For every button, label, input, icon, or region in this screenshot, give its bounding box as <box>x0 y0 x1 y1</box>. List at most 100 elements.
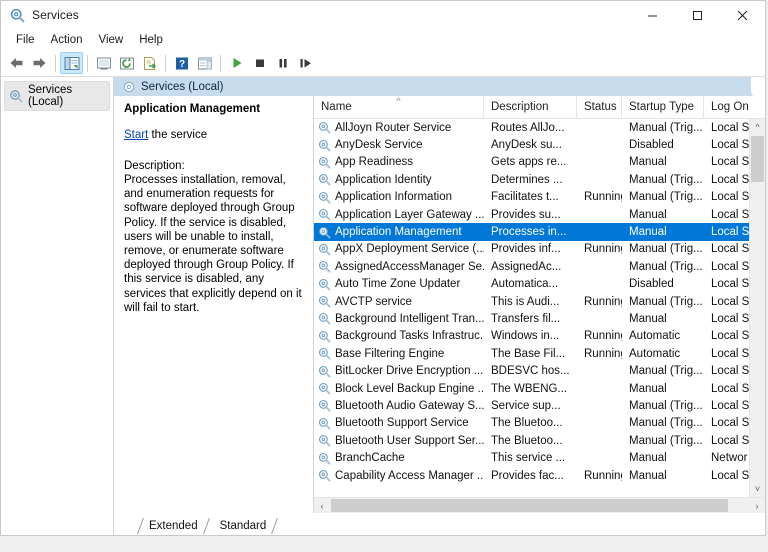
back-arrow-icon[interactable] <box>5 52 28 74</box>
stop-service-icon[interactable] <box>248 52 271 74</box>
horizontal-scrollbar-thumb[interactable] <box>331 499 728 512</box>
cell-log-on: Local Sy <box>704 261 752 273</box>
service-icon <box>318 139 331 152</box>
table-row[interactable]: Background Intelligent Tran...Transfers … <box>314 310 765 327</box>
refresh-icon[interactable] <box>115 52 138 74</box>
column-startup-type-label: Startup Type <box>629 101 694 113</box>
toolbar-separator-3 <box>165 55 166 72</box>
cell-service-name: Background Intelligent Tran... <box>314 312 484 325</box>
cell-description: Routes AllJo... <box>484 122 577 134</box>
table-row[interactable]: AVCTP serviceThis is Audi...RunningManua… <box>314 293 765 310</box>
table-row[interactable]: Bluetooth Support ServiceThe Bluetoo...M… <box>314 415 765 432</box>
start-service-link[interactable]: Start <box>124 129 148 141</box>
table-row[interactable]: AppX Deployment Service (...Provides inf… <box>314 241 765 258</box>
scroll-right-arrow-icon[interactable]: › <box>749 498 765 513</box>
cell-description: Facilitates t... <box>484 191 577 203</box>
tab-edge-left <box>137 518 144 534</box>
column-startup-type[interactable]: Startup Type <box>622 96 704 118</box>
export-list-icon[interactable] <box>138 52 161 74</box>
column-description[interactable]: Description <box>484 96 577 118</box>
selected-service-title: Application Management <box>124 103 303 115</box>
pane-header-icon <box>123 81 135 93</box>
close-button[interactable] <box>720 1 765 29</box>
tab-extended[interactable]: Extended <box>138 516 209 535</box>
cell-description: This is Audi... <box>484 296 577 308</box>
restart-service-icon[interactable] <box>294 52 317 74</box>
show-hide-action-pane-icon[interactable] <box>193 52 216 74</box>
cell-log-on: Local Sy <box>704 226 752 238</box>
menu-file[interactable]: File <box>8 32 43 48</box>
pane-header: Services (Local) <box>114 77 765 96</box>
start-service-icon[interactable] <box>225 52 248 74</box>
table-row[interactable]: Auto Time Zone UpdaterAutomatica...Disab… <box>314 276 765 293</box>
cell-startup-type: Manual (Trig... <box>622 400 704 412</box>
forward-arrow-icon[interactable] <box>28 52 51 74</box>
column-status[interactable]: Status <box>577 96 622 118</box>
cell-service-name: Bluetooth User Support Ser... <box>314 434 484 447</box>
scroll-left-arrow-icon[interactable]: ‹ <box>314 498 330 513</box>
table-row[interactable]: Application InformationFacilitates t...R… <box>314 189 765 206</box>
cell-startup-type: Manual <box>622 209 704 221</box>
minimize-button[interactable] <box>630 1 675 29</box>
menu-bar: File Action View Help <box>1 29 765 50</box>
cell-startup-type: Manual <box>622 470 704 482</box>
properties-icon[interactable] <box>92 52 115 74</box>
show-hide-console-tree-icon[interactable] <box>60 52 83 74</box>
cell-startup-type: Manual (Trig... <box>622 174 704 186</box>
service-icon <box>318 243 331 256</box>
services-window: Services File Action View Help <box>0 0 766 536</box>
table-row[interactable]: App ReadinessGets apps re...ManualLocal … <box>314 154 765 171</box>
scroll-down-arrow-icon[interactable]: ˅ <box>750 481 765 497</box>
service-name-label: AnyDesk Service <box>335 139 423 151</box>
table-row[interactable]: Application ManagementProcesses in...Man… <box>314 223 765 240</box>
service-name-label: Application Layer Gateway ... <box>335 209 484 221</box>
table-row[interactable]: Base Filtering EngineThe Base Fil...Runn… <box>314 345 765 362</box>
tab-standard[interactable]: Standard <box>209 516 278 535</box>
cell-service-name: AssignedAccessManager Se... <box>314 260 484 273</box>
menu-view[interactable]: View <box>91 32 132 48</box>
scroll-up-arrow-icon[interactable]: ^ <box>750 119 765 135</box>
menu-help[interactable]: Help <box>131 32 171 48</box>
menu-action[interactable]: Action <box>43 32 91 48</box>
main-split: Services (Local) Services (Local) <box>1 77 765 535</box>
cell-description: Service sup... <box>484 400 577 412</box>
table-row[interactable]: Application Layer Gateway ...Provides su… <box>314 206 765 223</box>
cell-status: Running <box>577 330 622 342</box>
table-row[interactable]: AllJoyn Router ServiceRoutes AllJo...Man… <box>314 119 765 136</box>
service-name-label: BranchCache <box>335 452 405 464</box>
toolbar-separator-2 <box>87 55 88 72</box>
column-log-on[interactable]: Log On <box>704 96 752 118</box>
table-row[interactable]: Application IdentityDetermines ...Manual… <box>314 171 765 188</box>
window-title: Services <box>32 8 79 22</box>
table-row[interactable]: Capability Access Manager ...Provides fa… <box>314 467 765 484</box>
cell-service-name: Application Information <box>314 191 484 204</box>
service-icon <box>318 156 331 169</box>
table-row[interactable]: Bluetooth Audio Gateway S...Service sup.… <box>314 397 765 414</box>
table-row[interactable]: AnyDesk ServiceAnyDesk su...DisabledLoca… <box>314 136 765 153</box>
cell-service-name: Application Identity <box>314 173 484 186</box>
service-icon <box>318 469 331 482</box>
horizontal-scrollbar[interactable]: ‹ › <box>314 497 765 513</box>
column-name[interactable]: Name ^ <box>314 96 484 118</box>
table-row[interactable]: Bluetooth User Support Ser...The Bluetoo… <box>314 432 765 449</box>
tree-node-services-local[interactable]: Services (Local) <box>4 81 110 111</box>
table-row[interactable]: Block Level Backup Engine ...The WBENG..… <box>314 380 765 397</box>
table-row[interactable]: Background Tasks Infrastruc...Windows in… <box>314 328 765 345</box>
app-root: Services File Action View Help <box>0 0 768 552</box>
pane-row: Application Management Start the service… <box>114 96 765 513</box>
toolbar: ? <box>1 50 765 77</box>
cell-service-name: AppX Deployment Service (... <box>314 243 484 256</box>
service-icon <box>318 121 331 134</box>
help-icon[interactable]: ? <box>170 52 193 74</box>
cell-service-name: AllJoyn Router Service <box>314 121 484 134</box>
table-row[interactable]: AssignedAccessManager Se...AssignedAc...… <box>314 258 765 275</box>
vertical-scrollbar-thumb[interactable] <box>751 136 764 182</box>
cell-log-on: Local Se <box>704 417 752 429</box>
table-row[interactable]: BitLocker Drive Encryption ...BDESVC hos… <box>314 362 765 379</box>
cell-startup-type: Manual <box>622 452 704 464</box>
vertical-scrollbar[interactable]: ^ ˅ <box>749 119 765 497</box>
service-name-label: Application Management <box>335 226 462 238</box>
pause-service-icon[interactable] <box>271 52 294 74</box>
table-row[interactable]: BranchCacheThis service ...ManualNetwor <box>314 449 765 466</box>
maximize-button[interactable] <box>675 1 720 29</box>
